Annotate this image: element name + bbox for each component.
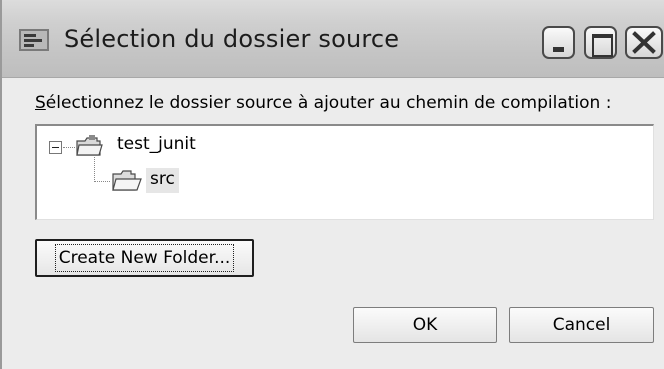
open-folder-icon [112,170,142,191]
maximize-button[interactable] [584,26,617,59]
ok-label: OK [412,315,438,335]
create-new-folder-label: Create New Folder... [54,244,235,272]
window-title: Sélection du dossier source [64,25,400,53]
instruction-accelerator: S [35,93,46,113]
dialog-window: Sélection du dossier source Sélectionnez… [0,0,664,369]
cancel-label: Cancel [552,315,611,335]
eclipse-app-icon [19,29,49,51]
tree-node-src-label: src [150,169,175,189]
tree-connector [94,181,110,182]
minimize-button[interactable] [542,26,575,59]
create-new-folder-button[interactable]: Create New Folder... [35,239,254,277]
tree-connector [94,157,95,182]
folder-tree[interactable]: test_junit src [35,124,654,220]
tree-node-src[interactable]: src [146,168,179,193]
project-folder-icon [76,135,103,156]
ok-button[interactable]: OK [353,307,497,343]
tree-connector [63,147,75,148]
tree-node-test-junit[interactable]: test_junit [117,134,196,154]
collapse-toggle-icon[interactable] [49,141,62,154]
title-bar[interactable]: Sélection du dossier source [2,0,664,78]
instruction-text: électionnez le dossier source à ajouter … [45,93,612,113]
cancel-button[interactable]: Cancel [509,307,654,343]
instruction-label: Sélectionnez le dossier source à ajouter… [35,93,611,113]
close-icon [632,31,656,54]
close-button[interactable] [625,26,663,59]
